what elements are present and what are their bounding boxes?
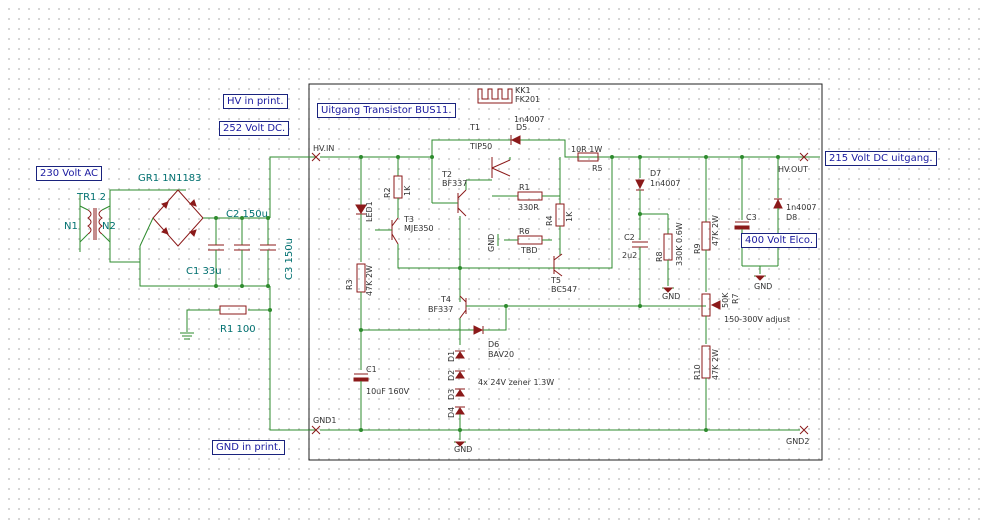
t5-value: BC547 (551, 285, 577, 294)
r3-label: R3 (345, 279, 354, 290)
d8-label: D8 (786, 213, 797, 222)
r5-value: 10R 1W (571, 145, 602, 154)
c1-label: C1 33u (186, 266, 222, 277)
gnd1-label: GND1 (313, 416, 336, 425)
c2b-label: C2 (624, 233, 635, 242)
t3-value: MJE350 (404, 224, 434, 233)
note-230-volt-ac: 230 Volt AC (36, 166, 102, 181)
note-gnd-in-print: GND in print. (212, 440, 286, 455)
r8-label: R8 (655, 251, 664, 262)
r9-label: R9 (693, 243, 702, 254)
c3b-label: C3 (746, 213, 757, 222)
hv-in-label: HV.IN (313, 144, 334, 153)
gr1-label: GR1 1N1183 (138, 173, 202, 184)
t1-value: TIP50 (469, 142, 492, 151)
t4-value: BF337 (428, 305, 453, 314)
gnd-label-zener: GND (454, 445, 472, 454)
r9-value: 47K 2W (711, 215, 720, 246)
r6-value: TBD (520, 246, 538, 255)
d5-label: D5 (516, 123, 527, 132)
c1b-label: C1 (366, 365, 377, 374)
t3-label: T3 (403, 215, 414, 224)
note-uitgang-transistor: Uitgang Transistor BUS11. (317, 103, 456, 118)
c1b-value: 10uF 160V (366, 387, 410, 396)
r5-label: R5 (592, 164, 603, 173)
t4-label: T4 (440, 295, 451, 304)
r8-value: 330K 0.6W (675, 222, 684, 266)
r1-label: R1 100 (220, 324, 256, 335)
r7-label: R7 (731, 293, 740, 304)
r4-value: 1K (565, 211, 574, 222)
c2-label: C2 150u (226, 209, 268, 220)
d2-label: D2 (447, 370, 456, 381)
c2b-value: 2u2 (622, 251, 637, 260)
d3-label: D3 (447, 389, 456, 400)
d6-value: BAV20 (488, 350, 514, 359)
r2-label: R2 (383, 187, 392, 198)
schematic-svg: TR1 2 N1 N2 GR1 1N1183 C2 150u C1 33u C3… (64, 83, 823, 461)
note-hv-in-print: HV in print. (223, 94, 288, 109)
gnd2-label: GND2 (786, 437, 809, 446)
r1b-value: 330R (518, 203, 539, 212)
r10-label: R10 (693, 364, 702, 380)
n2-label: N2 (102, 221, 116, 232)
kk1-label: KK1 (515, 86, 531, 95)
led1-label: LED1 (365, 201, 374, 222)
gnd-label-r8: GND (662, 292, 680, 301)
schematic-canvas: TR1 2 N1 N2 GR1 1N1183 C2 150u C1 33u C3… (0, 0, 982, 520)
zener-note: 4x 24V zener 1.3W (478, 378, 554, 387)
gnd-label-r6: GND (487, 234, 496, 252)
t5-label: T5 (550, 276, 561, 285)
note-215-volt-out: 215 Volt DC uitgang. (825, 151, 937, 166)
note-400-volt-elco: 400 Volt Elco. (741, 233, 818, 248)
t2-label: T2 (441, 170, 452, 179)
r1b-label: R1 (519, 183, 530, 192)
bridge-rectifier-gr1 (152, 189, 204, 247)
adjust-note: 150-300V adjust (724, 315, 790, 324)
fk201-label: FK201 (515, 95, 540, 104)
d7-value: 1n4007 (650, 179, 681, 188)
r10-value: 47K 2W (711, 349, 720, 380)
heatsink-kk1 (477, 88, 513, 104)
hv-out-label: HV.OUT (778, 165, 808, 174)
t1-label: T1 (469, 123, 480, 132)
r6-label: R6 (519, 227, 530, 236)
note-252-volt: 252 Volt DC. (219, 121, 290, 136)
r7-value: 50K (721, 292, 730, 308)
d5-value: 1n4007 (514, 115, 545, 124)
r4-label: R4 (545, 215, 554, 226)
r2-value: 1K (403, 185, 412, 196)
r3-value: 47K 2W (365, 265, 374, 296)
gnd-label-d8: GND (754, 282, 772, 291)
c3-label: C3 150u (284, 238, 295, 280)
n1-label: N1 (64, 221, 78, 232)
d8-value: 1n4007 (786, 203, 817, 212)
d4-label: D4 (447, 407, 456, 418)
d1-label: D1 (447, 351, 456, 362)
d6-label: D6 (488, 340, 499, 349)
d7-label: D7 (650, 169, 661, 178)
t2-value: BF337 (442, 179, 467, 188)
zener-stack (455, 350, 465, 440)
